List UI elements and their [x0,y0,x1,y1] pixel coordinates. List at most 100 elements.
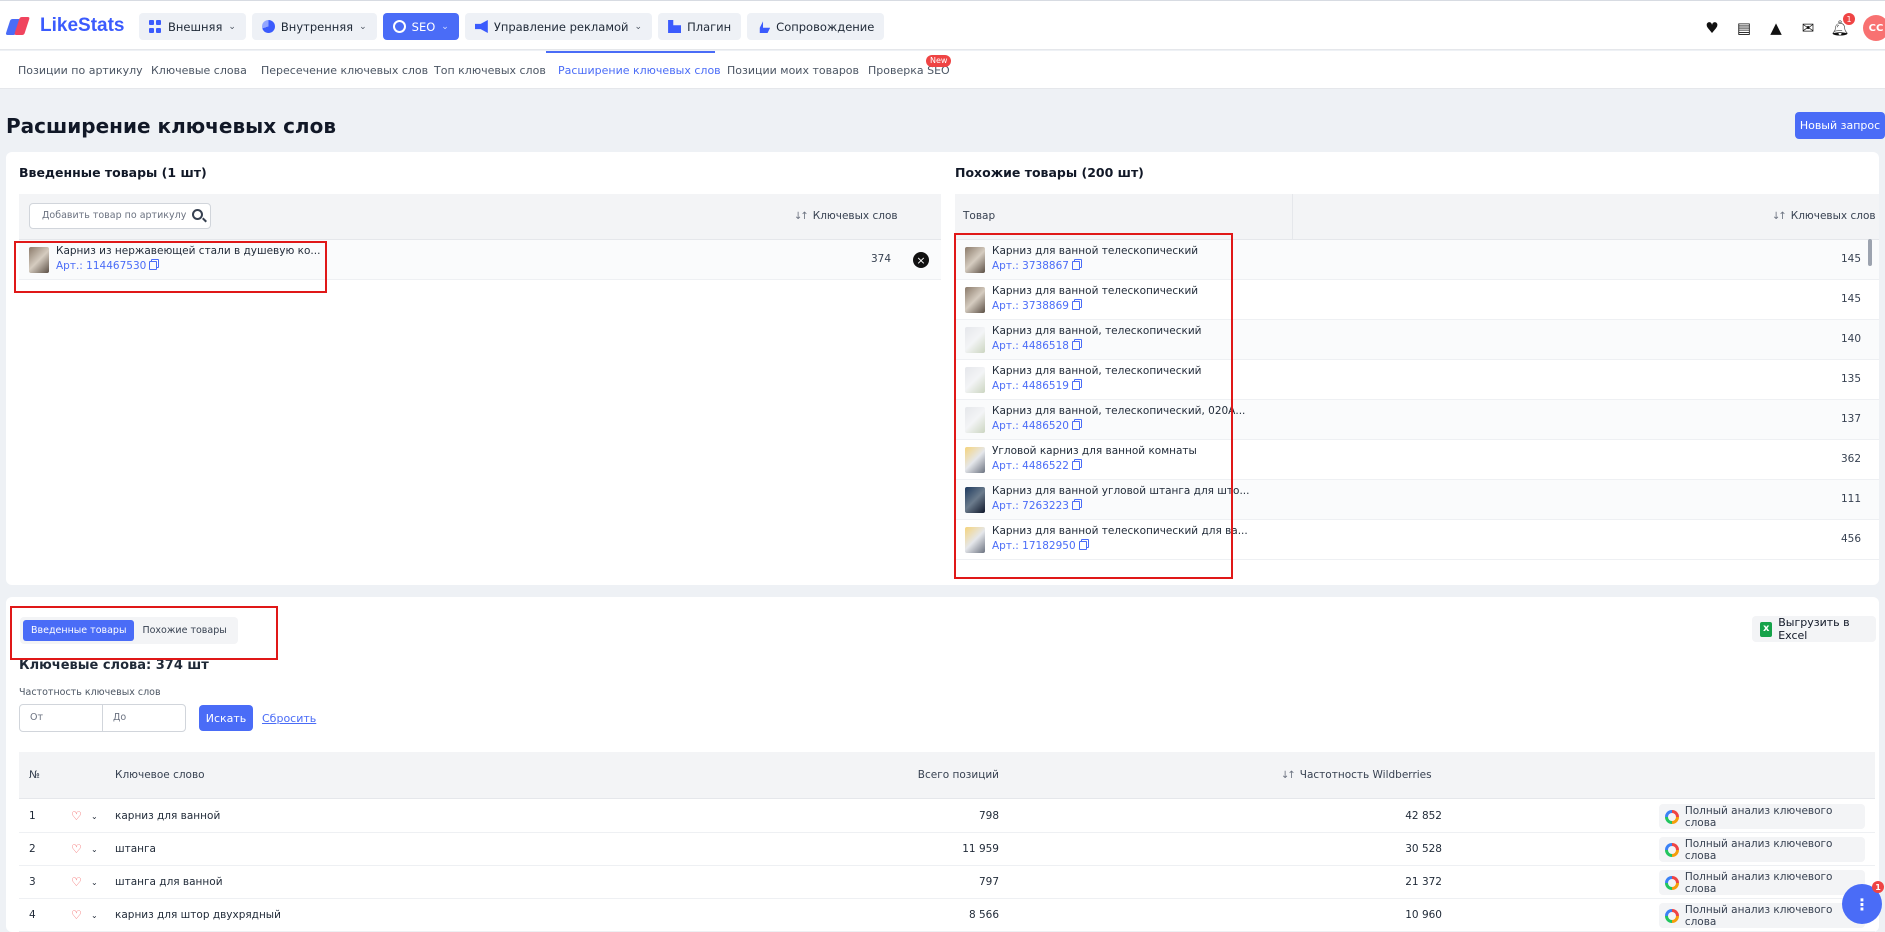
nav-seo[interactable]: SEO ⌄ [382,13,459,40]
chevron-down-icon[interactable]: ⌄ [91,833,98,866]
product-name[interactable]: Карниз для ванной телескопический [992,285,1198,297]
frequency-to-input[interactable]: До [102,705,185,731]
search-button[interactable]: Искать [199,705,253,731]
similar-product-row[interactable]: Угловой карниз для ванной комнаты Арт.: 4… [955,440,1879,480]
help-chat-button[interactable]: ⋮ 1 [1842,881,1884,924]
similar-product-row[interactable]: Карниз для ванной телескопический Арт.: 3… [955,280,1879,320]
analysis-icon [1665,809,1679,824]
logo[interactable]: LikeStats [5,13,124,39]
tab-my-product-positions[interactable]: Позиции моих товаров [727,51,859,89]
nav-external[interactable]: Внешняя ⌄ [139,13,246,40]
product-name[interactable]: Карниз для ванной, телескопический [992,365,1201,377]
favorite-heart-icon[interactable]: ♡ [71,833,82,867]
similar-product-row[interactable]: Карниз для ванной телескопический для ва… [955,520,1879,560]
similar-product-row[interactable]: Карниз для ванной, телескопический Арт.: … [955,320,1879,360]
search-icon[interactable] [192,209,203,220]
chevron-down-icon[interactable]: ⌄ [91,866,98,899]
product-name[interactable]: Карниз для ванной, телескопический [992,325,1201,337]
keyword-text[interactable]: штанга для ванной [115,866,223,899]
frequency-from-input[interactable]: От [20,705,102,731]
product-name[interactable]: Угловой карниз для ванной комнаты [992,445,1197,457]
keyword-row[interactable]: 1 ♡ ⌄ карниз для ванной 798 42 852 Полный анал… [19,800,1875,833]
tab-keywords[interactable]: Ключевые слова [151,51,247,89]
keyword-row[interactable]: 2 ♡ ⌄ штанга 11 959 30 528 Полный анализ ключе… [19,833,1875,866]
nav-plugin[interactable]: Плагин [658,13,742,40]
toggle-similar-products[interactable]: Похожие товары [134,620,234,641]
nav-internal[interactable]: Внутренняя ⌄ [251,13,377,40]
keyword-text[interactable]: карниз для штор двухрядный [115,899,281,932]
mail-icon[interactable]: ✉ [1799,19,1817,37]
favorite-heart-icon[interactable]: ♡ [71,800,82,834]
product-article-text: Арт.: 3738867 [992,260,1069,272]
copy-icon[interactable] [1071,381,1080,390]
bell-icon[interactable]: 🔔︎ 1 [1830,13,1855,37]
add-product-search-input[interactable]: Добавить товар по артикулу [29,203,211,229]
product-name[interactable]: Карниз для ванной, телескопический, 020А… [992,405,1245,417]
full-analysis-button[interactable]: Полный анализ ключевого слова [1659,804,1865,829]
favorite-heart-icon[interactable]: ♡ [71,866,82,900]
toggle-entered-products[interactable]: Введенные товары [23,620,135,641]
seo-subnav: Позиции по артикулу Ключевые слова Перес… [0,51,1885,89]
full-analysis-button[interactable]: Полный анализ ключевого слова [1659,903,1865,928]
product-name[interactable]: Карниз для ванной телескопический для ва… [992,525,1248,537]
col-wb-frequency[interactable]: ↓↑ Частотность Wildberries [1281,752,1432,799]
graduation-cap-icon[interactable]: ▲ [1767,19,1785,37]
col-total-positions[interactable]: Всего позиций [719,752,999,799]
chevron-down-icon[interactable]: ⌄ [91,899,98,932]
similar-col-keywords[interactable]: ↓↑ Ключевых слов [1772,210,1876,222]
copy-icon[interactable] [1071,461,1080,470]
product-name[interactable]: Карниз из нержавеющей стали в душевую ко… [56,245,320,257]
copy-icon[interactable] [1071,261,1080,270]
copy-icon[interactable] [1071,301,1080,310]
heart-icon[interactable]: ♥ [1703,19,1721,37]
keyword-row[interactable]: 4 ♡ ⌄ карниз для штор двухрядный 8 566 10 960… [19,899,1875,932]
similar-product-row[interactable]: Карниз для ванной угловой штанга для што… [955,480,1879,520]
product-name[interactable]: Карниз для ванной угловой штанга для што… [992,485,1249,497]
logo-icon [5,15,34,37]
keyword-text[interactable]: штанга [115,833,156,866]
document-icon[interactable]: ▤ [1735,19,1753,37]
full-analysis-button[interactable]: Полный анализ ключевого слова [1659,837,1865,862]
product-article[interactable]: Арт.: 7263223 [992,500,1080,512]
nav-label: Внутренняя [280,19,354,34]
tab-keyword-expansion[interactable]: Расширение ключевых слов [546,51,721,89]
copy-icon[interactable] [1078,541,1087,550]
scrollbar[interactable] [1868,239,1872,266]
similar-product-row[interactable]: Карниз для ванной, телескопический, 020А… [955,400,1879,440]
product-article[interactable]: Арт.: 17182950 [992,540,1087,552]
chevron-down-icon[interactable]: ⌄ [91,800,98,833]
product-article[interactable]: Арт.: 3738867 [992,260,1080,272]
export-excel-button[interactable]: Выгрузить в Excel [1752,616,1876,642]
product-name[interactable]: Карниз для ванной телескопический [992,245,1198,257]
copy-icon[interactable] [149,261,158,270]
remove-product-icon[interactable]: × [913,252,929,268]
similar-product-row[interactable]: Карниз для ванной телескопический Арт.: 3… [955,240,1879,280]
full-analysis-label: Полный анализ ключевого слова [1684,837,1833,862]
product-article[interactable]: Арт.: 114467530 [56,260,158,272]
copy-icon[interactable] [1071,341,1080,350]
new-request-button[interactable]: Новый запрос [1795,112,1885,139]
copy-icon[interactable] [1071,421,1080,430]
keyword-text[interactable]: карниз для ванной [115,800,220,833]
product-article[interactable]: Арт.: 4486522 [992,460,1080,472]
avatar[interactable]: СС [1863,15,1885,41]
product-article[interactable]: Арт.: 4486518 [992,340,1080,352]
full-analysis-button[interactable]: Полный анализ ключевого слова [1659,870,1865,895]
nav-ads[interactable]: Управление рекламой ⌄ [464,13,653,40]
similar-product-row[interactable]: Карниз для ванной, телескопический Арт.: … [955,360,1879,400]
keyword-row[interactable]: 3 ♡ ⌄ штанга для ванной 797 21 372 Полный анал… [19,866,1875,899]
product-article[interactable]: Арт.: 3738869 [992,300,1080,312]
copy-icon[interactable] [1071,501,1080,510]
keywords-title: Ключевые слова: 374 шт [19,658,209,673]
nav-support[interactable]: Сопровождение [747,13,885,40]
product-article[interactable]: Арт.: 4486519 [992,380,1080,392]
tab-keyword-intersection[interactable]: Пересечение ключевых слов [261,51,428,89]
favorite-heart-icon[interactable]: ♡ [71,899,82,932]
tab-article-positions[interactable]: Позиции по артикулу [18,51,143,89]
entered-product-row[interactable]: Карниз из нержавеющей стали в душевую ко… [19,240,941,280]
main-nav: Внешняя ⌄ Внутренняя ⌄ SEO ⌄ Управление … [139,13,885,40]
tab-top-keywords[interactable]: Топ ключевых слов [434,51,546,89]
product-article[interactable]: Арт.: 4486520 [992,420,1080,432]
reset-link[interactable]: Сбросить [262,712,316,725]
entered-col-keywords[interactable]: ↓↑ Ключевых слов [794,210,898,222]
